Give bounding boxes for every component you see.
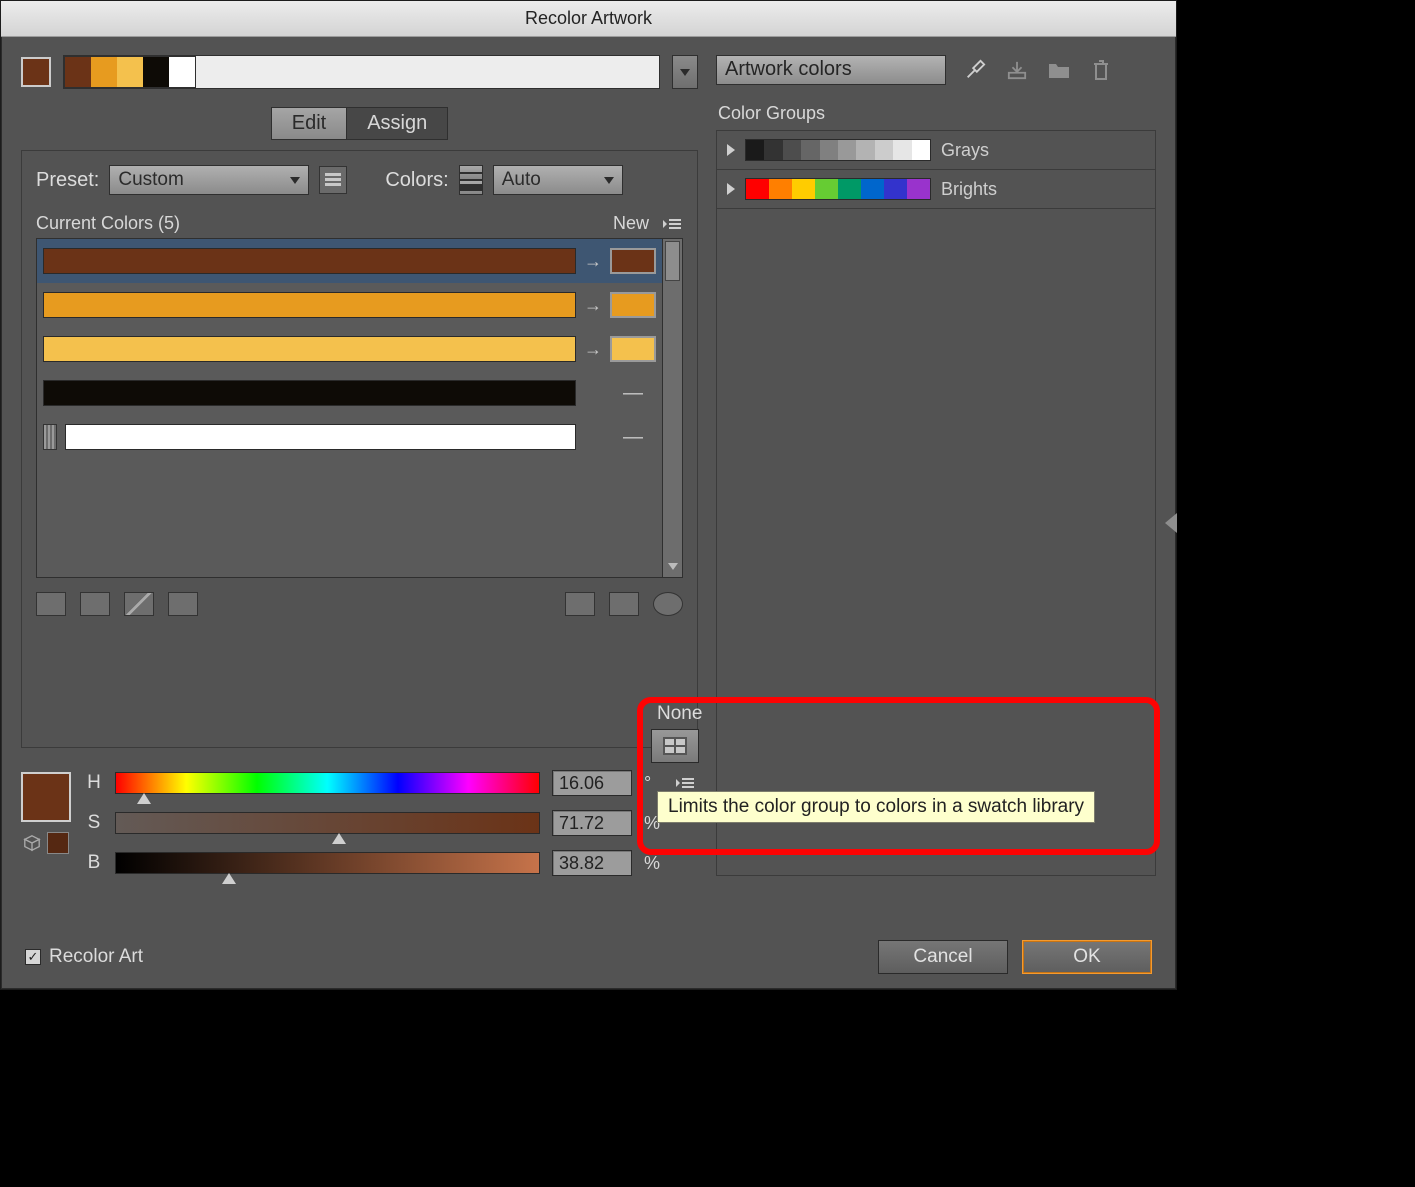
- color-row[interactable]: —: [37, 371, 662, 415]
- new-color-chip[interactable]: [610, 248, 656, 274]
- preset-options-button[interactable]: [319, 166, 347, 194]
- scrollbar-thumb[interactable]: [665, 241, 680, 281]
- active-color-swatch[interactable]: [21, 57, 51, 87]
- color-row[interactable]: →: [37, 239, 662, 283]
- slider-knob[interactable]: [137, 793, 151, 804]
- color-row[interactable]: →: [37, 327, 662, 371]
- checkbox-icon: ✓: [25, 949, 41, 965]
- hue-label: H: [85, 772, 103, 794]
- arrow-right-icon: →: [584, 339, 602, 360]
- brightness-unit: %: [644, 853, 664, 874]
- tab-assign[interactable]: Assign: [347, 107, 448, 140]
- cancel-button[interactable]: Cancel: [878, 940, 1008, 974]
- tab-edit[interactable]: Edit: [271, 107, 347, 140]
- saturation-slider[interactable]: [115, 812, 540, 834]
- artwork-color-strip[interactable]: [63, 55, 660, 89]
- preset-value: Custom: [118, 169, 183, 191]
- color-group-strip: [745, 139, 931, 161]
- preset-select[interactable]: Custom: [109, 165, 309, 195]
- reorder-colors-button[interactable]: [565, 592, 595, 616]
- list-icon: [325, 173, 341, 187]
- color-bar[interactable]: [65, 424, 576, 450]
- hue-input[interactable]: [552, 770, 632, 796]
- chevron-down-icon: [604, 177, 614, 184]
- chevron-down-icon: [460, 184, 482, 191]
- find-color-button[interactable]: [653, 592, 683, 616]
- color-group-item[interactable]: Grays: [717, 131, 1155, 170]
- color-bar[interactable]: [43, 336, 576, 362]
- color-bar[interactable]: [43, 248, 576, 274]
- color-bar[interactable]: [43, 292, 576, 318]
- new-color-chip[interactable]: [610, 292, 656, 318]
- current-colors-list[interactable]: → → → — —: [37, 239, 662, 577]
- randomize-colors-button[interactable]: [609, 592, 639, 616]
- merge-swatch-button[interactable]: [36, 592, 66, 616]
- grip-icon[interactable]: [43, 424, 57, 450]
- arrow-right-icon: →: [584, 295, 602, 316]
- cube-icon: [23, 834, 41, 852]
- chevron-up-icon: [460, 172, 482, 174]
- color-groups-header: Color Groups: [718, 103, 1156, 124]
- preset-label: Preset:: [36, 169, 99, 192]
- trash-icon[interactable]: [1088, 57, 1114, 83]
- current-colors-header: Current Colors (5): [36, 213, 180, 234]
- brightness-slider[interactable]: [115, 852, 540, 874]
- color-group-strip: [745, 178, 931, 200]
- color-row[interactable]: →: [37, 283, 662, 327]
- slider-knob[interactable]: [332, 833, 346, 844]
- split-swatch-button[interactable]: [80, 592, 110, 616]
- exclude-swatch-button[interactable]: [124, 592, 154, 616]
- color-group-item[interactable]: Brights: [717, 170, 1155, 209]
- slider-knob[interactable]: [222, 873, 236, 884]
- colors-label: Colors:: [385, 169, 448, 192]
- no-assign-icon: —: [610, 426, 656, 449]
- window-title: Recolor Artwork: [1, 1, 1176, 37]
- disclosure-triangle-icon: [727, 183, 735, 195]
- folder-icon[interactable]: [1046, 57, 1072, 83]
- eyedropper-icon[interactable]: [962, 57, 988, 83]
- color-row[interactable]: —: [37, 415, 662, 459]
- panel-flyout-icon[interactable]: [1165, 513, 1177, 533]
- no-assign-icon: —: [610, 382, 656, 405]
- out-of-gamut-chip[interactable]: [47, 832, 69, 854]
- color-bar[interactable]: [43, 380, 576, 406]
- chevron-down-icon: [290, 177, 300, 184]
- colors-select[interactable]: Auto: [493, 165, 623, 195]
- saturation-input[interactable]: [552, 810, 632, 836]
- new-color-chip[interactable]: [610, 336, 656, 362]
- scrollbar[interactable]: [662, 239, 682, 577]
- color-group-name: Grays: [941, 140, 989, 161]
- brightness-label: B: [85, 852, 103, 874]
- colors-stepper[interactable]: [459, 165, 483, 195]
- recolor-art-label: Recolor Art: [49, 946, 143, 968]
- disclosure-triangle-icon: [727, 144, 735, 156]
- color-strip-dropdown[interactable]: [672, 55, 698, 89]
- new-column-header: New: [613, 213, 649, 234]
- chevron-down-icon: [680, 69, 690, 76]
- arrow-right-icon: →: [584, 251, 602, 272]
- new-row-button[interactable]: [168, 592, 198, 616]
- colors-value: Auto: [502, 169, 541, 191]
- recolor-art-checkbox[interactable]: ✓ Recolor Art: [25, 946, 143, 968]
- ok-button[interactable]: OK: [1022, 940, 1152, 974]
- annotation-highlight: [637, 697, 1160, 855]
- brightness-input[interactable]: [552, 850, 632, 876]
- flyout-menu-icon[interactable]: [661, 216, 683, 232]
- save-group-icon[interactable]: [1004, 57, 1030, 83]
- saturation-label: S: [85, 812, 103, 834]
- scroll-down-icon[interactable]: [663, 557, 682, 575]
- color-group-name: Brights: [941, 179, 997, 200]
- hue-slider[interactable]: [115, 772, 540, 794]
- current-color-chip[interactable]: [21, 772, 71, 822]
- color-group-name-select[interactable]: Artwork colors: [716, 55, 946, 85]
